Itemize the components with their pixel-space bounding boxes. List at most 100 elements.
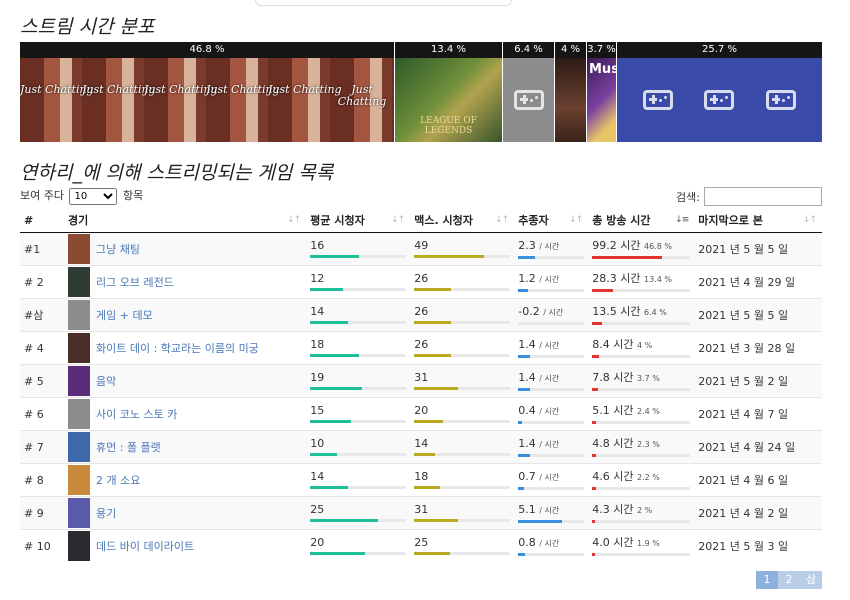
game-link[interactable]: 용기 bbox=[96, 507, 116, 520]
table-row: # 4 화이트 데이 : 학교라는 이름의 미궁 18 26 1.4 / 시간 8.4 시… bbox=[20, 331, 822, 365]
followers-cell: 5.1 / 시간 bbox=[514, 496, 589, 530]
total-hours-bar bbox=[592, 453, 691, 457]
avg-viewers-cell: 25 bbox=[306, 496, 411, 530]
game-art-blue bbox=[617, 58, 822, 142]
column-header-max-viewers[interactable]: 맥스. 시청자 ↓↑ bbox=[410, 208, 515, 233]
page-button[interactable]: 1 bbox=[756, 571, 778, 589]
avg-viewers-cell: 16 bbox=[306, 232, 411, 266]
total-hours-bar bbox=[592, 552, 691, 556]
table-row: # 10 데드 바이 데이라이트 20 25 0.8 / 시간 4.0 시간 1.9 % 2… bbox=[20, 529, 822, 562]
segment-percent-label: 13.4 % bbox=[395, 42, 502, 58]
length-control: 보여 주다 10 항목 bbox=[20, 187, 143, 205]
column-header-game[interactable]: 경기 ↓↑ bbox=[64, 208, 307, 233]
total-hours-bar bbox=[592, 255, 691, 259]
segment-percent-label: 25.7 % bbox=[617, 42, 822, 58]
game-link[interactable]: 휴먼 : 폴 플랫 bbox=[96, 441, 161, 454]
game-thumbnail[interactable] bbox=[68, 399, 90, 429]
distribution-segment[interactable]: 25.7 % bbox=[617, 42, 822, 142]
avg-viewers-bar bbox=[310, 387, 407, 390]
max-viewers-bar bbox=[414, 420, 511, 423]
max-viewers-cell: 25 bbox=[410, 529, 515, 562]
game-link[interactable]: 사이 코노 스토 카 bbox=[96, 408, 177, 421]
game-thumbnail[interactable] bbox=[68, 300, 90, 330]
max-viewers-cell: 20 bbox=[410, 397, 515, 431]
segment-percent-label: 3.7 % bbox=[587, 42, 616, 58]
segment-percent-label: 6.4 % bbox=[503, 42, 554, 58]
max-viewers-cell: 31 bbox=[410, 496, 515, 530]
avg-viewers-bar bbox=[310, 354, 407, 357]
total-hours-bar bbox=[592, 519, 691, 523]
total-hours-bar bbox=[592, 321, 691, 325]
avg-viewers-bar bbox=[310, 288, 407, 291]
max-viewers-bar bbox=[414, 387, 511, 390]
game-thumbnail[interactable] bbox=[68, 267, 90, 297]
last-seen-cell: 2021 년 4 월 6 일 bbox=[694, 463, 822, 497]
distribution-segment[interactable]: 3.7 %Music bbox=[587, 42, 617, 142]
game-thumbnail[interactable] bbox=[68, 366, 90, 396]
column-header-last-seen[interactable]: 마지막으로 본 ↓↑ bbox=[694, 208, 822, 233]
total-hours-cell: 99.2 시간 46.8 % bbox=[588, 232, 695, 266]
avg-viewers-bar bbox=[310, 552, 407, 555]
followers-cell: -0.2 / 시간 bbox=[514, 298, 589, 332]
games-table: # 경기 ↓↑ 평균 시청자 ↓↑ 맥스. 시청자 ↓↑ 추종자 ↓↑ 총 방송 시간 ↓… bbox=[20, 208, 822, 562]
distribution-segment[interactable]: 6.4 % bbox=[503, 42, 555, 142]
total-hours-cell: 7.8 시간 3.7 % bbox=[588, 364, 695, 398]
game-cell: 2 개 소요 bbox=[64, 463, 307, 497]
max-viewers-bar bbox=[414, 486, 511, 489]
distribution-segment[interactable]: 46.8 % Just Chatting Just Chatting Just Cha… bbox=[20, 42, 395, 142]
top-search-bar[interactable] bbox=[255, 0, 512, 6]
rank-cell: # 2 bbox=[20, 265, 64, 299]
page-button[interactable]: 2 bbox=[778, 571, 800, 589]
followers-cell: 0.7 / 시간 bbox=[514, 463, 589, 497]
game-link[interactable]: 데드 바이 데이라이트 bbox=[96, 540, 194, 553]
game-link[interactable]: 그냥 채팅 bbox=[96, 243, 140, 256]
column-header-followers[interactable]: 추종자 ↓↑ bbox=[514, 208, 589, 233]
segment-percent-label: 46.8 % bbox=[20, 42, 394, 58]
game-link[interactable]: 음악 bbox=[96, 375, 116, 388]
stream-time-distribution: 46.8 % Just Chatting Just Chatting Just Cha… bbox=[20, 42, 822, 142]
game-thumbnail[interactable] bbox=[68, 498, 90, 528]
search-input[interactable] bbox=[704, 187, 822, 206]
distribution-segment[interactable]: 13.4 % LEAGUE OF LEGENDS bbox=[395, 42, 503, 142]
column-header-avg-viewers[interactable]: 평균 시청자 ↓↑ bbox=[306, 208, 411, 233]
total-hours-bar bbox=[592, 387, 691, 391]
page-button[interactable]: 삼 bbox=[800, 571, 822, 589]
game-link[interactable]: 게임 + 데모 bbox=[96, 309, 153, 322]
rank-cell: # 9 bbox=[20, 496, 64, 530]
avg-viewers-cell: 10 bbox=[306, 430, 411, 464]
followers-bar bbox=[518, 420, 585, 424]
column-header-total-hours[interactable]: 총 방송 시간 ↓≡ bbox=[588, 208, 695, 233]
last-seen-cell: 2021 년 5 월 5 일 bbox=[694, 232, 822, 266]
game-thumbnail[interactable] bbox=[68, 234, 90, 264]
followers-bar bbox=[518, 387, 585, 391]
followers-bar bbox=[518, 552, 585, 556]
game-thumbnail[interactable] bbox=[68, 531, 90, 561]
column-header-rank[interactable]: # bbox=[20, 208, 64, 233]
sort-icon: ↓↑ bbox=[569, 215, 583, 225]
rank-cell: # 5 bbox=[20, 364, 64, 398]
followers-bar bbox=[518, 486, 585, 490]
avg-viewers-bar bbox=[310, 486, 407, 489]
followers-cell: 0.8 / 시간 bbox=[514, 529, 589, 562]
game-thumbnail[interactable] bbox=[68, 432, 90, 462]
last-seen-cell: 2021 년 4 월 24 일 bbox=[694, 430, 822, 464]
total-hours-cell: 8.4 시간 4 % bbox=[588, 331, 695, 365]
rank-cell: #1 bbox=[20, 232, 64, 266]
followers-cell: 2.3 / 시간 bbox=[514, 232, 589, 266]
entries-per-page-select[interactable]: 10 bbox=[69, 188, 118, 205]
total-hours-cell: 28.3 시간 13.4 % bbox=[588, 265, 695, 299]
game-link[interactable]: 2 개 소요 bbox=[96, 474, 140, 487]
avg-viewers-cell: 14 bbox=[306, 463, 411, 497]
game-cell: 휴먼 : 폴 플랫 bbox=[64, 430, 307, 464]
game-thumbnail[interactable] bbox=[68, 465, 90, 495]
game-link[interactable]: 화이트 데이 : 학교라는 이름의 미궁 bbox=[96, 342, 259, 355]
game-thumbnail[interactable] bbox=[68, 333, 90, 363]
game-art-music: Music bbox=[587, 58, 616, 142]
game-link[interactable]: 리그 오브 레전드 bbox=[96, 276, 174, 289]
distribution-segment[interactable]: 4 % bbox=[555, 42, 587, 142]
followers-cell: 1.4 / 시간 bbox=[514, 430, 589, 464]
sort-desc-icon: ↓≡ bbox=[675, 215, 689, 225]
followers-bar bbox=[518, 288, 585, 292]
total-hours-bar bbox=[592, 420, 691, 424]
max-viewers-cell: 49 bbox=[410, 232, 515, 266]
